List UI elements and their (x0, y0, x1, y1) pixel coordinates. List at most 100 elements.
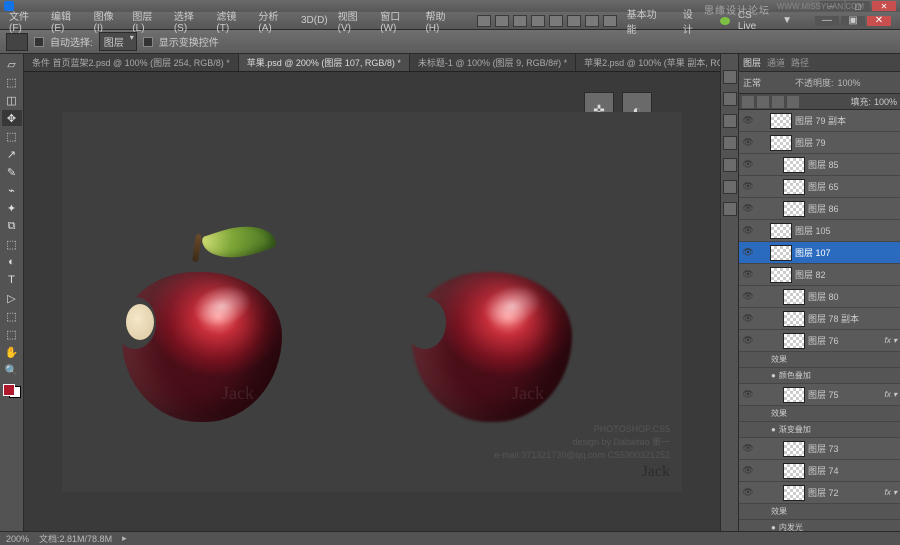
layer-name[interactable]: 图层 82 (795, 268, 897, 281)
layer-row[interactable]: 👁图层 78 副本 (739, 308, 900, 330)
statusbar-arrow-icon[interactable]: ▸ (122, 533, 127, 544)
document-tab[interactable]: 苹果2.psd @ 100% (苹果 副本, RGB/8) (576, 54, 720, 71)
tab-paths[interactable]: 路径 (791, 56, 809, 69)
menu-edit[interactable]: 编辑(E) (46, 8, 89, 34)
layer-thumbnail[interactable] (783, 441, 805, 457)
layer-row[interactable]: 👁 图层 76fx ▾ (739, 330, 900, 352)
visibility-icon[interactable]: 👁 (742, 335, 754, 347)
menu-select[interactable]: 选择(S) (169, 8, 212, 34)
layer-name[interactable]: 图层 79 副本 (795, 114, 897, 127)
visibility-icon[interactable]: 👁 (742, 269, 754, 281)
lock-icon[interactable] (757, 96, 769, 108)
color-swatch[interactable] (3, 384, 21, 398)
menu-window[interactable]: 窗口(W) (375, 8, 420, 34)
layer-thumbnail[interactable] (770, 135, 792, 151)
menu-layer[interactable]: 图层(L) (127, 8, 168, 34)
dock-icon[interactable] (723, 70, 737, 84)
document-tab[interactable]: 苹果.psd @ 200% (图层 107, RGB/8) * (239, 54, 410, 71)
zoom-value[interactable]: 200% (6, 534, 29, 544)
layer-thumbnail[interactable] (783, 333, 805, 349)
doc-restore-button[interactable]: ▣ (841, 16, 865, 26)
fx-badge[interactable]: fx ▾ (885, 336, 897, 345)
layer-row[interactable]: 👁图层 74 (739, 460, 900, 482)
doc-info[interactable]: 文档:2.81M/78.8M (39, 532, 112, 545)
effect-name[interactable]: 颜色叠加 (779, 370, 897, 381)
lock-icon[interactable] (742, 96, 754, 108)
menu-help[interactable]: 帮助(H) (420, 8, 463, 34)
mb-icon[interactable] (585, 15, 599, 27)
layer-row[interactable]: 👁图层 72fx ▾ (739, 482, 900, 504)
layer-row[interactable]: 👁图层 79 (739, 132, 900, 154)
layer-name[interactable]: 图层 107 (795, 246, 897, 259)
dock-icon[interactable] (723, 158, 737, 172)
auto-select-dropdown[interactable]: 图层 (99, 32, 137, 51)
dock-icon[interactable] (723, 114, 737, 128)
layer-row[interactable]: 👁 图层 73 (739, 438, 900, 460)
workspace-basic[interactable]: 基本功能 (622, 6, 670, 36)
fx-badge[interactable]: fx ▾ (885, 390, 897, 399)
layer-name[interactable]: 图层 76 (808, 334, 882, 347)
visibility-icon[interactable]: 👁 (742, 443, 754, 455)
tool-item[interactable]: ⌁ (2, 182, 22, 198)
layer-name[interactable]: 图层 78 副本 (808, 312, 897, 325)
layer-effect-row[interactable]: 效果 (739, 352, 900, 368)
effect-name[interactable]: 效果 (771, 408, 897, 419)
layer-name[interactable]: 图层 79 (795, 136, 897, 149)
layer-thumbnail[interactable] (770, 223, 792, 239)
layer-thumbnail[interactable] (783, 179, 805, 195)
tool-item[interactable]: ⬚ (2, 326, 22, 342)
menu-image[interactable]: 图像(I) (89, 8, 128, 34)
layer-thumbnail[interactable] (770, 267, 792, 283)
layer-effect-row[interactable]: 效果 (739, 406, 900, 422)
layer-row[interactable]: 👁图层 65 (739, 176, 900, 198)
visibility-icon[interactable]: 👁 (742, 389, 754, 401)
tool-item[interactable]: ⬚ (2, 74, 22, 90)
active-tool-indicator[interactable] (6, 33, 28, 51)
mb-icon[interactable] (477, 15, 491, 27)
layer-name[interactable]: 图层 73 (808, 442, 897, 455)
doc-close-button[interactable]: ✕ (867, 16, 891, 26)
layer-name[interactable]: 图层 85 (808, 158, 897, 171)
effect-name[interactable]: 内发光 (779, 522, 897, 531)
layer-thumbnail[interactable] (783, 157, 805, 173)
document-tab[interactable]: 未标题-1 @ 100% (图层 9, RGB/8#) * (410, 54, 576, 71)
fill-value[interactable]: 100% (874, 97, 897, 107)
tool-item[interactable]: ✥ (2, 110, 22, 126)
layer-row[interactable]: 👁 图层 85 (739, 154, 900, 176)
layer-row[interactable]: 👁图层 75fx ▾ (739, 384, 900, 406)
layer-thumbnail[interactable] (783, 387, 805, 403)
visibility-icon[interactable]: 👁 (742, 291, 754, 303)
layer-thumbnail[interactable] (783, 485, 805, 501)
effect-name[interactable]: 渐变叠加 (779, 424, 897, 435)
layer-effect-row[interactable]: ● 颜色叠加 (739, 368, 900, 384)
tool-item[interactable]: ↗ (2, 146, 22, 162)
visibility-icon[interactable]: 👁 (742, 487, 754, 499)
workspace-design[interactable]: 设计 (678, 6, 707, 36)
show-transform-checkbox[interactable] (143, 37, 153, 47)
menu-view[interactable]: 视图(V) (333, 8, 376, 34)
tool-item[interactable]: ◐ (2, 254, 22, 270)
visibility-icon[interactable]: 👁 (742, 159, 754, 171)
tool-item[interactable]: ✦ (2, 200, 22, 216)
document-tab[interactable]: 条件 首页蓝架2.psd @ 100% (图层 254, RGB/8) * (24, 54, 239, 71)
visibility-icon[interactable]: 👁 (742, 203, 754, 215)
mb-icon[interactable] (567, 15, 581, 27)
tool-item[interactable]: 🔍 (2, 362, 22, 378)
layer-thumbnail[interactable] (783, 201, 805, 217)
tab-layers[interactable]: 图层 (743, 56, 761, 69)
mb-icon[interactable] (531, 15, 545, 27)
layer-row[interactable]: 👁图层 79 副本 (739, 110, 900, 132)
layer-name[interactable]: 图层 86 (808, 202, 897, 215)
layer-name[interactable]: 图层 65 (808, 180, 897, 193)
mb-icon[interactable] (549, 15, 563, 27)
layer-row[interactable]: 👁图层 80 (739, 286, 900, 308)
opacity-value[interactable]: 100% (838, 78, 861, 88)
visibility-icon[interactable]: 👁 (742, 465, 754, 477)
mb-icon[interactable] (513, 15, 527, 27)
layer-thumbnail[interactable] (783, 289, 805, 305)
visibility-icon[interactable]: 👁 (742, 247, 754, 259)
dock-icon[interactable] (723, 136, 737, 150)
blend-mode-dropdown[interactable]: 正常 (743, 76, 791, 89)
menu-file[interactable]: 文件(F) (4, 8, 46, 34)
menu-3d[interactable]: 3D(D) (296, 15, 333, 26)
